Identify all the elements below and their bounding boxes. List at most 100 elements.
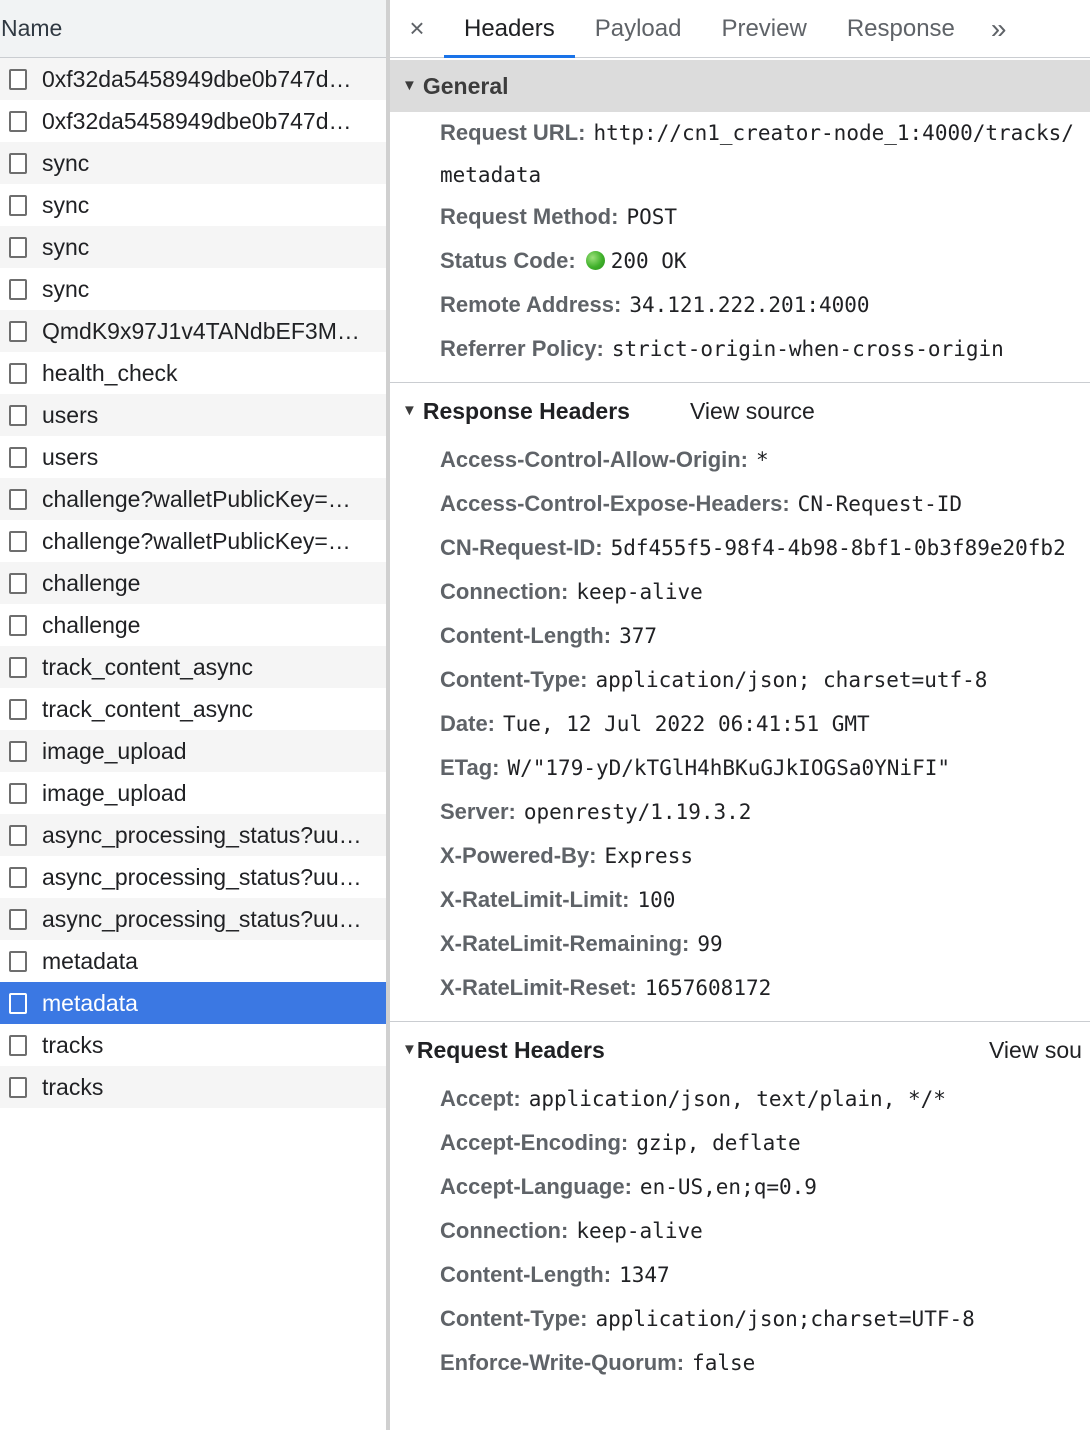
header-value[interactable]: 100 bbox=[637, 888, 675, 912]
request-row[interactable]: sync bbox=[0, 142, 386, 184]
tab-response[interactable]: Response bbox=[827, 0, 975, 57]
header-value[interactable]: CN-Request-ID bbox=[798, 492, 962, 516]
response-headers-section-header[interactable]: ▼ Response Headers View source bbox=[390, 383, 1090, 439]
request-row[interactable]: image_upload bbox=[0, 772, 386, 814]
request-row[interactable]: challenge?walletPublicKey=… bbox=[0, 478, 386, 520]
header-row: Content-Type: application/json; charset=u… bbox=[390, 659, 1090, 703]
header-key: Accept: bbox=[440, 1086, 521, 1111]
request-row[interactable]: metadata bbox=[0, 982, 386, 1024]
row-checkbox[interactable] bbox=[9, 866, 27, 888]
request-row[interactable]: health_check bbox=[0, 352, 386, 394]
tab-headers[interactable]: Headers bbox=[444, 0, 575, 58]
request-row[interactable]: tracks bbox=[0, 1024, 386, 1066]
request-row[interactable]: challenge bbox=[0, 562, 386, 604]
request-row[interactable]: QmdK9x97J1v4TANdbEF3M… bbox=[0, 310, 386, 352]
name-column-header[interactable]: Name bbox=[0, 0, 386, 58]
request-row[interactable]: async_processing_status?uu… bbox=[0, 856, 386, 898]
header-value[interactable]: en-US,en;q=0.9 bbox=[640, 1175, 817, 1199]
close-icon[interactable]: × bbox=[390, 0, 444, 57]
header-value[interactable]: Express bbox=[604, 844, 693, 868]
row-checkbox[interactable] bbox=[9, 950, 27, 972]
request-name: metadata bbox=[42, 989, 138, 1016]
row-checkbox[interactable] bbox=[9, 68, 27, 90]
header-value[interactable]: openresty/1.19.3.2 bbox=[524, 800, 752, 824]
header-value[interactable]: W/"179-yD/kTGlH4hBKuGJkIOGSa0YNiFI" bbox=[507, 756, 950, 780]
header-value[interactable]: keep-alive bbox=[576, 1219, 702, 1243]
header-row: Date: Tue, 12 Jul 2022 06:41:51 GMT bbox=[390, 703, 1090, 747]
header-value[interactable]: false bbox=[692, 1351, 755, 1375]
row-checkbox[interactable] bbox=[9, 698, 27, 720]
row-checkbox[interactable] bbox=[9, 446, 27, 468]
row-checkbox[interactable] bbox=[9, 278, 27, 300]
header-value[interactable]: * bbox=[756, 448, 769, 472]
row-checkbox[interactable] bbox=[9, 404, 27, 426]
request-row[interactable]: users bbox=[0, 394, 386, 436]
tab-label: Payload bbox=[594, 14, 682, 42]
request-name: 0xf32da5458949dbe0b747d… bbox=[42, 107, 352, 134]
request-row[interactable]: image_upload bbox=[0, 730, 386, 772]
general-section-header[interactable]: ▼ General bbox=[390, 60, 1090, 112]
request-name: 0xf32da5458949dbe0b747d… bbox=[42, 65, 352, 92]
request-row[interactable]: async_processing_status?uu… bbox=[0, 898, 386, 940]
request-row[interactable]: 0xf32da5458949dbe0b747d… bbox=[0, 58, 386, 100]
row-checkbox[interactable] bbox=[9, 992, 27, 1014]
row-checkbox[interactable] bbox=[9, 614, 27, 636]
header-value[interactable]: 377 bbox=[619, 624, 657, 648]
header-value[interactable]: 5df455f5-98f4-4b98-8bf1-0b3f89e20fb2 bbox=[611, 536, 1066, 560]
header-value[interactable]: strict-origin-when-cross-origin bbox=[612, 337, 1004, 361]
row-checkbox[interactable] bbox=[9, 1076, 27, 1098]
request-row[interactable]: tracks bbox=[0, 1066, 386, 1108]
tab-label: Headers bbox=[464, 14, 555, 42]
header-value[interactable]: 34.121.222.201:4000 bbox=[629, 293, 869, 317]
tab-preview[interactable]: Preview bbox=[701, 0, 826, 57]
request-view-source-link[interactable]: View sou bbox=[989, 1037, 1082, 1064]
header-value[interactable]: Tue, 12 Jul 2022 06:41:51 GMT bbox=[503, 712, 870, 736]
row-checkbox[interactable] bbox=[9, 110, 27, 132]
row-checkbox[interactable] bbox=[9, 824, 27, 846]
header-value[interactable]: keep-alive bbox=[576, 580, 702, 604]
header-value[interactable]: application/json, text/plain, */* bbox=[529, 1087, 946, 1111]
header-value[interactable]: 1347 bbox=[619, 1263, 670, 1287]
row-checkbox[interactable] bbox=[9, 320, 27, 342]
header-row: Access-Control-Expose-Headers: CN-Request… bbox=[390, 483, 1090, 527]
header-value[interactable]: application/json;charset=UTF-8 bbox=[595, 1307, 974, 1331]
header-row: ETag: W/"179-yD/kTGlH4hBKuGJkIOGSa0YNiFI" bbox=[390, 747, 1090, 791]
tab-payload[interactable]: Payload bbox=[575, 0, 702, 57]
header-value[interactable]: 99 bbox=[697, 932, 722, 956]
request-row[interactable]: track_content_async bbox=[0, 646, 386, 688]
request-row[interactable]: challenge bbox=[0, 604, 386, 646]
row-checkbox[interactable] bbox=[9, 530, 27, 552]
request-headers-section-header[interactable]: ▼ Request Headers View sou bbox=[390, 1022, 1090, 1078]
request-row[interactable]: sync bbox=[0, 226, 386, 268]
row-checkbox[interactable] bbox=[9, 1034, 27, 1056]
request-name: image_upload bbox=[42, 779, 187, 806]
row-checkbox[interactable] bbox=[9, 488, 27, 510]
request-row[interactable]: challenge?walletPublicKey=… bbox=[0, 520, 386, 562]
row-checkbox[interactable] bbox=[9, 362, 27, 384]
header-value[interactable]: gzip, deflate bbox=[636, 1131, 800, 1155]
row-checkbox[interactable] bbox=[9, 152, 27, 174]
more-tabs-chevron-icon[interactable]: » bbox=[975, 0, 1021, 57]
row-checkbox[interactable] bbox=[9, 572, 27, 594]
header-value[interactable]: 200 OK bbox=[611, 249, 687, 273]
header-key: ETag: bbox=[440, 755, 500, 780]
request-row[interactable]: users bbox=[0, 436, 386, 478]
request-row[interactable]: track_content_async bbox=[0, 688, 386, 730]
header-value[interactable]: application/json; charset=utf-8 bbox=[595, 668, 987, 692]
request-row[interactable]: async_processing_status?uu… bbox=[0, 814, 386, 856]
row-checkbox[interactable] bbox=[9, 740, 27, 762]
row-checkbox[interactable] bbox=[9, 236, 27, 258]
header-value[interactable]: POST bbox=[626, 205, 677, 229]
row-checkbox[interactable] bbox=[9, 194, 27, 216]
request-row[interactable]: sync bbox=[0, 268, 386, 310]
row-checkbox[interactable] bbox=[9, 656, 27, 678]
request-row[interactable]: metadata bbox=[0, 940, 386, 982]
response-view-source-link[interactable]: View source bbox=[690, 398, 815, 425]
row-checkbox[interactable] bbox=[9, 782, 27, 804]
header-value[interactable]: 1657608172 bbox=[645, 976, 771, 1000]
row-checkbox[interactable] bbox=[9, 908, 27, 930]
general-section-title: General bbox=[422, 72, 509, 99]
request-row[interactable]: sync bbox=[0, 184, 386, 226]
request-row[interactable]: 0xf32da5458949dbe0b747d… bbox=[0, 100, 386, 142]
request-name: challenge?walletPublicKey=… bbox=[42, 527, 351, 554]
